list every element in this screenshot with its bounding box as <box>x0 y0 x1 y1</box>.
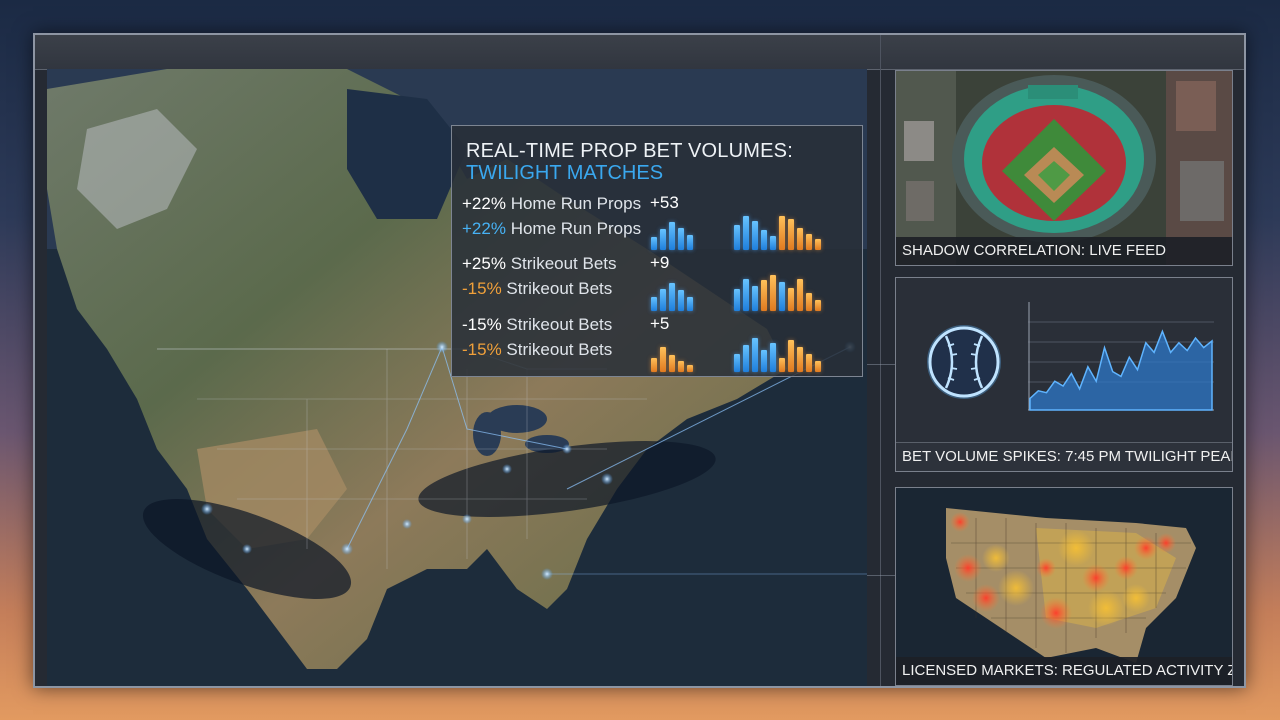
mini-bar <box>797 279 803 311</box>
row-percent: -15% <box>462 315 502 334</box>
prop-row: +25% Strikeout Bets <box>462 254 617 274</box>
mini-bar <box>779 282 785 311</box>
mini-bar-chart-small <box>651 271 693 311</box>
bet-volume-spikes-panel[interactable]: BET VOLUME SPIKES: 7:45 PM TWILIGHT PEAK <box>895 277 1233 472</box>
mini-bar <box>660 229 666 250</box>
mini-bar <box>660 289 666 311</box>
mini-bar <box>770 343 776 372</box>
mini-bar <box>734 225 740 250</box>
mini-bar <box>743 279 749 311</box>
mini-bar <box>806 293 812 311</box>
mini-bar <box>687 297 693 311</box>
mini-bar-chart-large <box>734 210 821 250</box>
mini-bar <box>761 230 767 250</box>
north-america-map[interactable]: REAL-TIME PROP BET VOLUMES: TWILIGHT MAT… <box>47 69 867 686</box>
dashboard-window: REAL-TIME PROP BET VOLUMES: TWILIGHT MAT… <box>33 33 1246 688</box>
mini-bar-chart-large <box>734 332 821 372</box>
spike-area-series <box>1029 329 1213 411</box>
row-label: Strikeout Bets <box>506 315 613 334</box>
panel-subtitle: TWILIGHT MATCHES <box>466 162 664 184</box>
row-label: Home Run Props <box>510 219 642 238</box>
mini-bar <box>779 358 785 372</box>
mini-bar <box>797 228 803 250</box>
mini-bar <box>678 290 684 311</box>
row-percent: -15% <box>462 279 502 298</box>
row-delta-value: +5 <box>650 314 670 333</box>
stadium-live-feed-panel[interactable]: SHADOW CORRELATION: LIVE FEED <box>895 70 1233 266</box>
mini-bar <box>815 239 821 250</box>
mini-bar <box>770 275 776 311</box>
mini-bar <box>687 365 693 372</box>
mini-bar <box>651 237 657 250</box>
mini-bar <box>669 222 675 250</box>
mini-bar <box>687 235 693 250</box>
row-label: Home Run Props <box>510 194 642 213</box>
mini-bar-chart-small <box>651 332 693 372</box>
column-divider <box>880 35 881 686</box>
prop-bet-volume-panel: REAL-TIME PROP BET VOLUMES: TWILIGHT MAT… <box>451 125 863 377</box>
mini-bar <box>770 236 776 250</box>
mini-bar <box>815 300 821 311</box>
mini-bar <box>651 297 657 311</box>
bet-volume-spike-chart <box>1028 302 1214 411</box>
heat-map-caption: LICENSED MARKETS: REGULATED ACTIVITY ZON… <box>896 657 1232 685</box>
baseball-icon <box>927 325 1001 399</box>
mini-bar <box>788 340 794 372</box>
mini-bar <box>761 280 767 311</box>
spikes-caption: BET VOLUME SPIKES: 7:45 PM TWILIGHT PEAK <box>896 442 1232 471</box>
prop-row: -15% Strikeout Bets <box>462 315 612 335</box>
mini-bar <box>806 234 812 250</box>
mini-bar <box>651 358 657 372</box>
mini-bar <box>752 338 758 372</box>
mini-bar <box>797 347 803 372</box>
row-delta-value: +9 <box>650 253 670 272</box>
mini-bar-chart-small <box>651 210 693 250</box>
mini-bar <box>779 216 785 250</box>
mini-bar <box>788 219 794 250</box>
stadium-caption: SHADOW CORRELATION: LIVE FEED <box>896 237 1232 265</box>
mini-bar <box>743 216 749 250</box>
row-label: Strikeout Bets <box>510 254 617 273</box>
window-title-bar <box>35 35 1244 70</box>
prop-row: +22% Home Run Props <box>462 194 641 214</box>
mini-bar <box>806 354 812 372</box>
licensed-markets-panel[interactable]: LICENSED MARKETS: REGULATED ACTIVITY ZON… <box>895 487 1233 686</box>
row-percent: +22% <box>462 219 506 238</box>
mini-bar <box>815 361 821 372</box>
mini-bar-chart-large <box>734 271 821 311</box>
prop-row: -15% Strikeout Bets <box>462 279 612 299</box>
mini-bar <box>761 350 767 372</box>
mini-bar <box>743 345 749 372</box>
mini-bar <box>660 347 666 372</box>
mini-bar <box>752 221 758 250</box>
mini-bar <box>678 228 684 250</box>
mini-bar <box>669 355 675 372</box>
row-percent: -15% <box>462 340 502 359</box>
mini-bar <box>788 288 794 311</box>
row-label: Strikeout Bets <box>506 279 613 298</box>
row-percent: +22% <box>462 194 506 213</box>
connector-line <box>867 364 895 365</box>
mini-bar <box>734 289 740 311</box>
row-percent: +25% <box>462 254 506 273</box>
mini-bar <box>678 361 684 372</box>
prop-row: -15% Strikeout Bets <box>462 340 612 360</box>
mini-bar <box>734 354 740 372</box>
mini-bar <box>752 286 758 311</box>
prop-row: +22% Home Run Props <box>462 219 641 239</box>
connector-line <box>867 575 895 576</box>
panel-title: REAL-TIME PROP BET VOLUMES: <box>466 140 793 162</box>
mini-bar <box>669 283 675 311</box>
row-label: Strikeout Bets <box>506 340 613 359</box>
